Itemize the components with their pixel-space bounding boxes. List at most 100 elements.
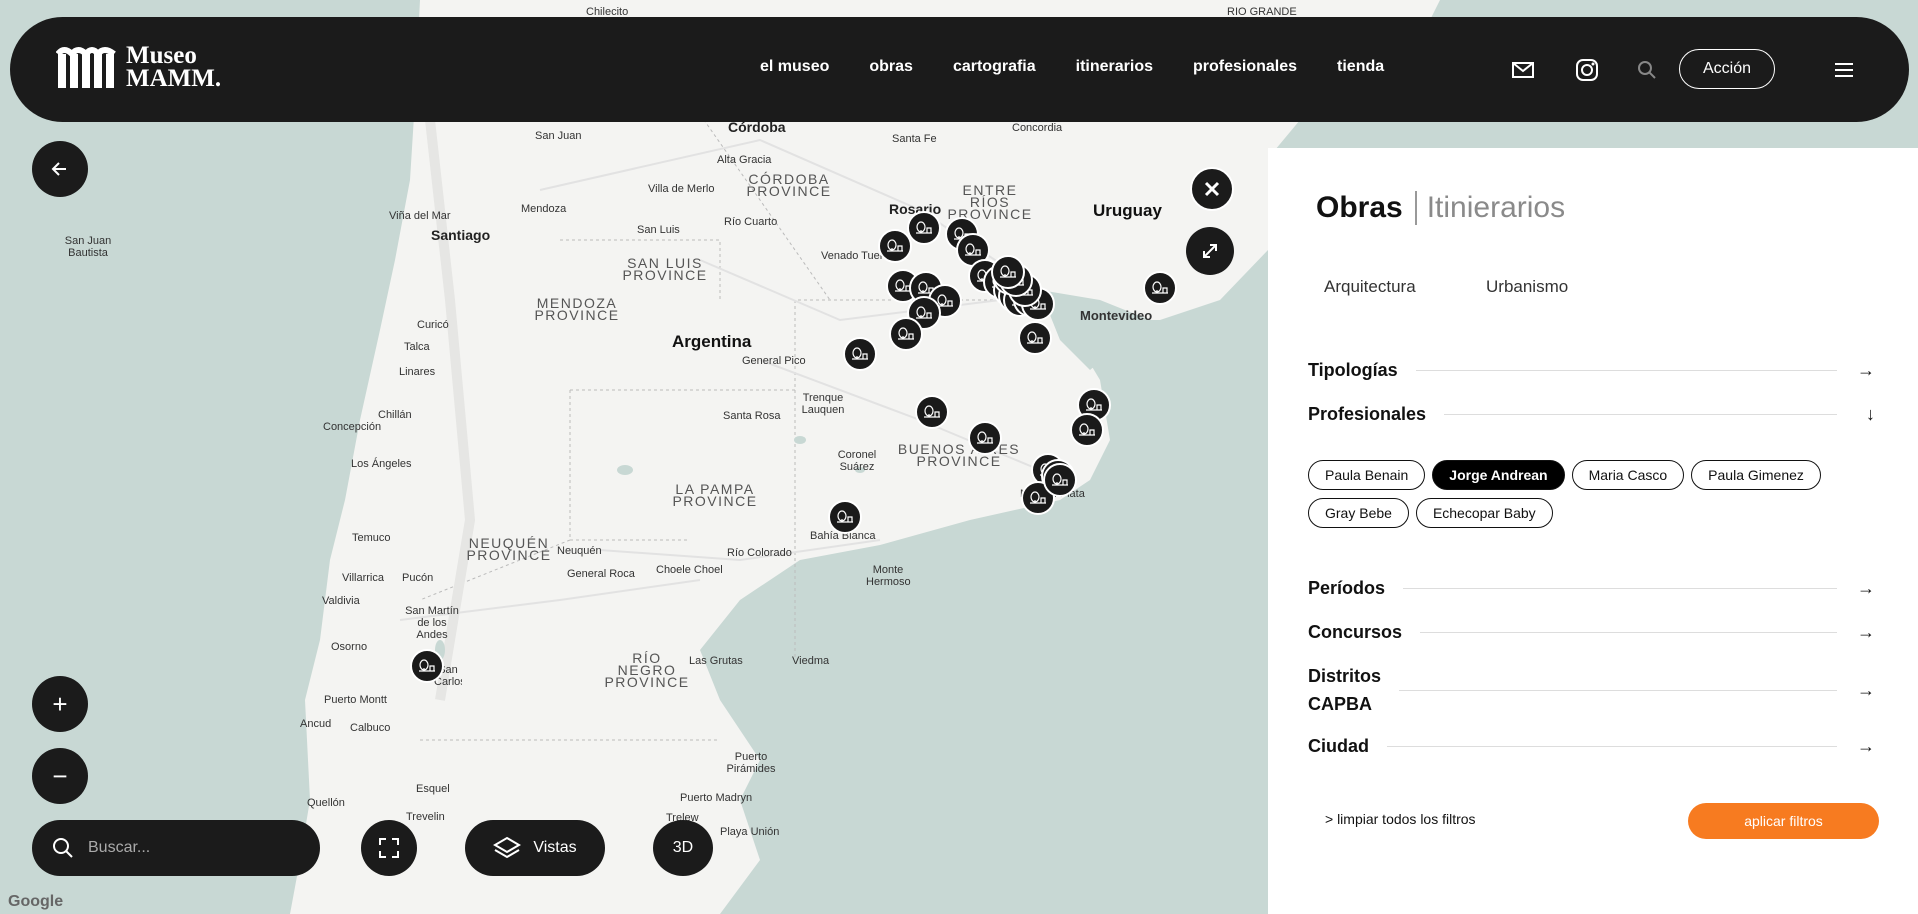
artwork-marker[interactable] (1070, 413, 1104, 447)
chip-paula-gimenez[interactable]: Paula Gimenez (1691, 460, 1821, 490)
zoom-in-button[interactable]: + (32, 676, 88, 732)
artwork-marker[interactable] (1143, 271, 1177, 305)
map-label: Valdivia (322, 595, 360, 607)
filter-label: Concursos (1308, 622, 1403, 642)
map-label: Las Grutas (689, 655, 743, 667)
subtab-arquitectura[interactable]: Arquitectura (1324, 277, 1416, 297)
artwork-marker[interactable] (968, 421, 1002, 455)
map-label: Quellón (307, 797, 345, 809)
expand-icon (1203, 244, 1217, 258)
expand-panel-button[interactable] (1186, 227, 1234, 275)
map-label: Concordia (1012, 122, 1063, 134)
filter-ciudad[interactable]: Ciudad → (1308, 732, 1875, 760)
logo-line-1: Museo (126, 42, 197, 69)
map-label: Monte Hermoso (866, 564, 911, 588)
map-label: Viña del Mar (389, 210, 451, 222)
artwork-marker[interactable] (878, 229, 912, 263)
map-label: RÍO NEGRO PROVINCE (604, 650, 690, 690)
site-header: Museo MAMM. el museo obras cartografia i… (10, 17, 1909, 122)
close-panel-button[interactable] (1190, 167, 1234, 211)
mamm-logo-icon (56, 47, 116, 88)
map-label: Calbuco (350, 722, 391, 734)
fullscreen-icon (379, 838, 399, 858)
subtab-urbanismo[interactable]: Urbanismo (1486, 277, 1568, 297)
map-label: Trenque Lauquen (801, 392, 845, 416)
nav-el-museo[interactable]: el museo (760, 58, 829, 76)
filter-label-line-2: CAPBA (1308, 694, 1373, 714)
map-label: ENTRE RÍOS PROVINCE (947, 182, 1033, 222)
filter-profesionales[interactable]: Profesionales ↓ (1308, 400, 1875, 428)
filter-distritos[interactable]: Distritos CAPBA → (1308, 662, 1875, 718)
divider (1420, 631, 1837, 633)
map-label: Santa Rosa (723, 410, 781, 422)
artwork-marker[interactable] (1018, 321, 1052, 355)
tab-itinerarios[interactable]: Itinierarios (1417, 191, 1565, 225)
map-label: Córdoba (728, 119, 786, 135)
artwork-marker[interactable] (907, 211, 941, 245)
vistas-button[interactable]: Vistas (465, 820, 605, 876)
accion-button[interactable]: Acción (1679, 49, 1775, 89)
nav-obras[interactable]: obras (869, 58, 913, 76)
arrow-right-icon: → (1857, 735, 1875, 756)
chip-paula-benain[interactable]: Paula Benain (1308, 460, 1426, 490)
building-icon (977, 431, 993, 444)
mail-icon[interactable] (1511, 58, 1535, 82)
tab-obras[interactable]: Obras (1316, 191, 1417, 225)
map-label: San Martín de los Andes (405, 605, 459, 641)
nav-cartografia[interactable]: cartografia (953, 58, 1036, 76)
arrow-right-icon: → (1857, 679, 1875, 700)
divider (1399, 689, 1837, 691)
map-label: Río Colorado (727, 547, 792, 559)
3d-button[interactable]: 3D (653, 820, 713, 876)
nav-itinerarios[interactable]: itinerarios (1076, 58, 1153, 76)
map-label: Villarrica (342, 572, 384, 584)
logo[interactable]: Museo MAMM. (56, 42, 221, 91)
zoom-out-button[interactable]: − (32, 748, 88, 804)
back-button[interactable] (32, 141, 88, 197)
clear-filters-link[interactable]: > limpiar todos los filtros (1325, 811, 1476, 827)
chip-gray-bebe[interactable]: Gray Bebe (1308, 498, 1409, 528)
nav-tienda[interactable]: tienda (1337, 58, 1384, 76)
artwork-marker[interactable] (410, 649, 444, 683)
nav-profesionales[interactable]: profesionales (1193, 58, 1297, 76)
search-icon[interactable] (1635, 58, 1659, 82)
apply-filters-button[interactable]: aplicar filtros (1688, 803, 1879, 839)
artwork-marker[interactable] (1043, 463, 1077, 497)
artwork-marker[interactable] (915, 395, 949, 429)
building-icon (1000, 265, 1016, 278)
search-input[interactable]: Buscar... (88, 839, 150, 857)
artwork-marker[interactable] (889, 317, 923, 351)
artwork-marker[interactable] (991, 255, 1025, 289)
search-bar[interactable]: Buscar... (32, 820, 320, 876)
filter-label: Tipologías (1308, 360, 1398, 380)
filter-tipologias[interactable]: Tipologías → (1308, 356, 1875, 384)
artwork-marker[interactable] (828, 500, 862, 534)
filter-concursos[interactable]: Concursos → (1308, 618, 1875, 646)
map-label: Mendoza (521, 203, 567, 215)
fullscreen-button[interactable] (361, 820, 417, 876)
filter-panel: Obras Itinierarios Arquitectura Urbanism… (1268, 148, 1918, 914)
arrow-right-icon: → (1857, 359, 1875, 380)
building-icon (1027, 331, 1043, 344)
artwork-marker[interactable] (843, 337, 877, 371)
building-icon (916, 306, 932, 319)
divider (1387, 745, 1837, 747)
menu-icon[interactable] (1832, 58, 1856, 82)
map-label: Río Cuarto (724, 216, 778, 228)
map-label: Trevelin (406, 811, 445, 823)
map-label: Puerto Pirámides (726, 751, 776, 775)
instagram-icon[interactable] (1575, 58, 1599, 82)
filter-periodos[interactable]: Períodos → (1308, 574, 1875, 602)
building-icon (1030, 491, 1046, 504)
chip-maria-casco[interactable]: Maria Casco (1571, 460, 1685, 490)
search-icon (53, 838, 73, 858)
map-label: Linares (399, 366, 436, 378)
map-label: MENDOZA PROVINCE (534, 295, 620, 323)
chip-jorge-andrean[interactable]: Jorge Andrean (1432, 460, 1565, 490)
building-icon (1152, 281, 1168, 294)
map-label: Curicó (417, 319, 449, 331)
chip-echecopar-baby[interactable]: Echecopar Baby (1415, 498, 1553, 528)
map-label: San Luis (637, 224, 680, 236)
map-label: Choele Choel (656, 564, 723, 576)
layers-icon (493, 836, 522, 859)
